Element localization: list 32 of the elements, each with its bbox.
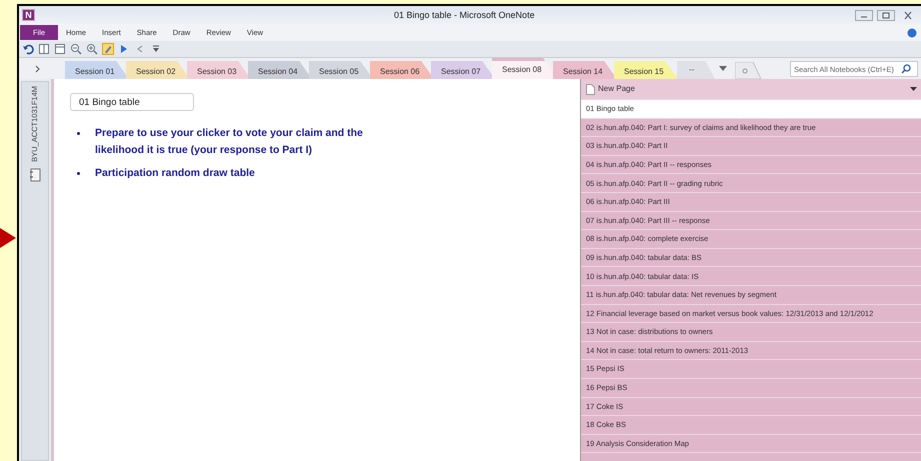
section-tab[interactable]: Session 06 <box>370 61 434 79</box>
highlight-icon[interactable] <box>102 43 114 55</box>
section-tab[interactable]: Session 07 <box>431 61 495 79</box>
bullet-text: Participation random draw table <box>95 166 256 181</box>
maximize-icon[interactable] <box>877 10 895 20</box>
section-tab[interactable]: -- <box>677 61 715 79</box>
zoom-out-icon[interactable] <box>70 43 82 55</box>
dropdown-icon[interactable] <box>719 66 727 72</box>
dropdown-icon[interactable] <box>910 86 917 92</box>
page-title-field[interactable]: 01 Bingo table <box>70 93 194 111</box>
bullet-text: Prepare to use your clicker to vote your claim and the likelihood it is true (your response to Part I) <box>95 126 364 158</box>
section-tab[interactable]: Session 15 <box>614 61 678 79</box>
bullet-icon <box>75 170 81 176</box>
minimize-icon[interactable] <box>855 10 873 20</box>
section-tab[interactable]: Session 02 <box>126 61 190 79</box>
bullet-icon <box>75 130 81 136</box>
app-logo: N <box>22 9 35 21</box>
section-tab[interactable]: Session 08 <box>492 58 556 79</box>
notebook-icon[interactable] <box>29 168 41 182</box>
section-tab[interactable]: Session 03 <box>187 61 251 79</box>
section-tab[interactable]: Session 05 <box>309 61 373 79</box>
undo-icon[interactable] <box>22 43 34 55</box>
section-tab[interactable]: Session 14 <box>553 61 617 79</box>
dock-icon[interactable] <box>38 43 50 55</box>
section-tab[interactable]: Session 04 <box>248 61 312 79</box>
full-page-icon[interactable] <box>54 43 66 55</box>
search-icon[interactable] <box>901 64 911 74</box>
zoom-in-icon[interactable] <box>86 43 98 55</box>
section-tab[interactable]: Session 01 <box>65 61 129 79</box>
window-title: 01 Bingo table - Microsoft OneNote <box>394 9 535 22</box>
page-icon <box>585 84 595 94</box>
arrow-marker <box>0 228 16 248</box>
